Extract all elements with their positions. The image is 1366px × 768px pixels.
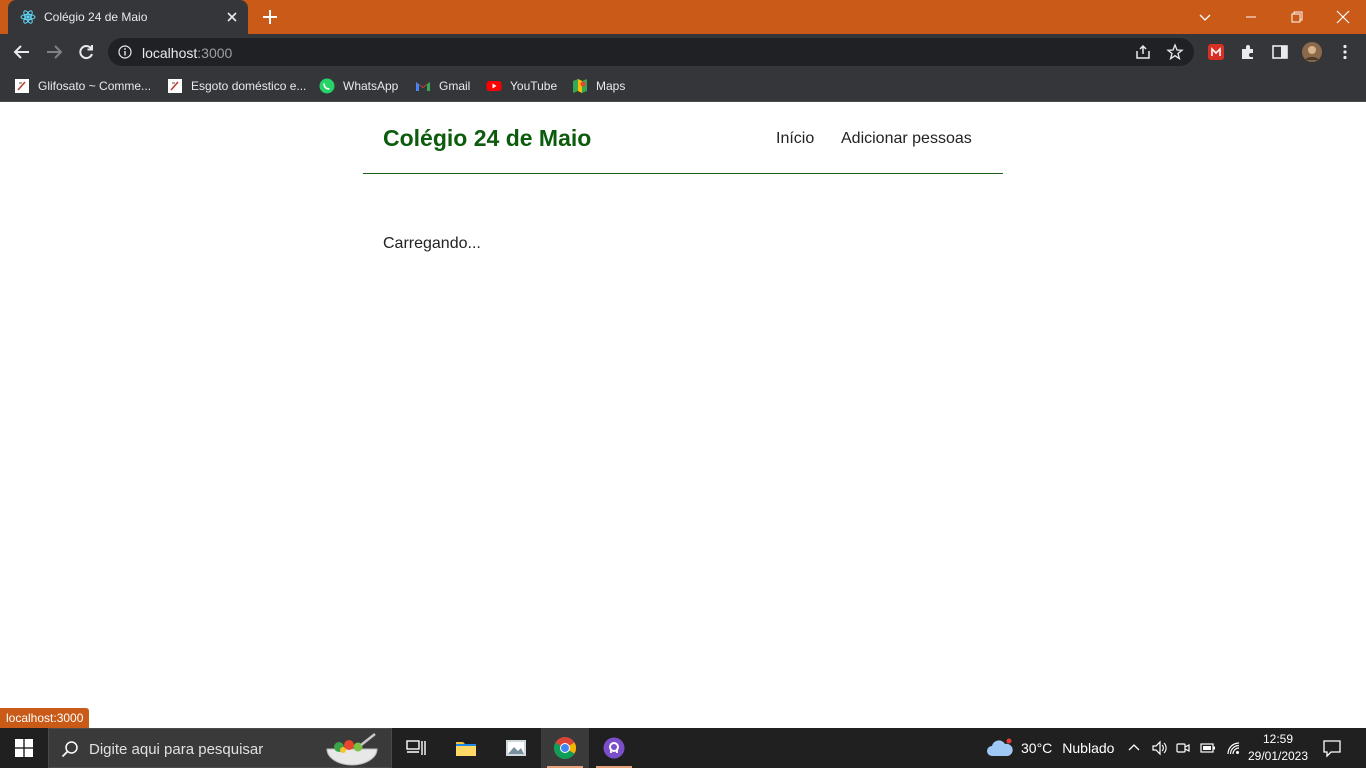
task-view-button[interactable] [392, 728, 440, 768]
menu-dots-icon[interactable] [1336, 43, 1354, 61]
bookmark-item[interactable]: Esgoto doméstico e... [167, 76, 306, 96]
site-brand[interactable]: Colégio 24 de Maio [383, 125, 591, 152]
windows-taskbar: Digite aqui para pesquisar 30°C Nublado … [0, 728, 1366, 768]
arrow-right-icon [47, 45, 63, 59]
bookmark-item[interactable]: WhatsApp [319, 76, 398, 96]
youtube-icon [486, 81, 502, 91]
clock-time: 12:59 [1262, 732, 1294, 746]
system-tray-icons [1127, 728, 1241, 768]
notification-icon [1323, 740, 1341, 758]
wifi-icon[interactable] [1225, 740, 1241, 756]
star-icon[interactable] [1166, 43, 1184, 61]
side-panel-icon[interactable] [1271, 43, 1289, 61]
bookmarks-bar: Glifosato ~ Comme... Esgoto doméstico e.… [0, 70, 1366, 102]
bookmark-item[interactable]: Glifosato ~ Comme... [14, 76, 151, 96]
minimize-icon [1246, 16, 1256, 18]
forward-button[interactable] [42, 40, 66, 64]
meet-now-icon[interactable] [1175, 740, 1191, 756]
reload-button[interactable] [74, 40, 98, 64]
info-icon[interactable] [118, 45, 132, 59]
taskbar-clock[interactable]: 12:59 29/01/2023 [1244, 731, 1312, 765]
maps-icon [573, 79, 587, 93]
salad-bowl-icon [326, 733, 378, 766]
chrome-taskbar-button[interactable] [541, 728, 589, 768]
react-icon [20, 10, 36, 24]
url-text: localhost:3000 [142, 45, 233, 61]
bookmark-item[interactable]: YouTube [486, 76, 557, 96]
web-page: Colégio 24 de Maio Início Adicionar pess… [0, 103, 1366, 728]
arrow-left-icon [13, 45, 29, 59]
minimize-button[interactable] [1228, 0, 1274, 34]
weather-condition: Nublado [1062, 740, 1115, 756]
address-bar[interactable]: localhost:3000 [108, 38, 1194, 66]
notifications-button[interactable] [1322, 728, 1342, 768]
document-icon [168, 79, 182, 93]
loading-text: Carregando... [383, 235, 481, 252]
tab-strip: Colégio 24 de Maio [0, 0, 1366, 34]
folder-icon [456, 742, 476, 756]
bookmark-item[interactable]: Gmail [415, 76, 470, 96]
image-viewer-icon [506, 740, 526, 756]
chevron-up-icon[interactable] [1127, 741, 1141, 755]
tab-title: Colégio 24 de Maio [44, 10, 148, 24]
photos-app-button[interactable] [492, 728, 540, 768]
clock-date: 29/01/2023 [1247, 749, 1309, 763]
github-desktop-button[interactable] [590, 728, 638, 768]
back-button[interactable] [10, 40, 34, 64]
chevron-down-icon [1199, 14, 1211, 21]
cloud-icon [987, 738, 1013, 756]
gmail-icon [416, 82, 430, 91]
close-window-button[interactable] [1320, 0, 1366, 34]
restore-icon [1291, 11, 1303, 23]
weather-temp: 30°C [1021, 740, 1053, 756]
windows-logo-icon [15, 739, 33, 757]
restore-button[interactable] [1274, 0, 1320, 34]
chrome-icon [554, 737, 576, 759]
link-status-bar: localhost:3000 [0, 708, 90, 728]
search-placeholder: Digite aqui para pesquisar [89, 741, 264, 758]
weather-widget[interactable]: 30°C Nublado [986, 728, 1114, 768]
taskbar-search[interactable]: Digite aqui para pesquisar [48, 728, 392, 768]
reload-icon [79, 45, 93, 60]
battery-icon[interactable] [1199, 740, 1217, 756]
document-icon [15, 79, 29, 93]
browser-toolbar: localhost:3000 [0, 34, 1366, 70]
new-tab-icon[interactable] [260, 7, 280, 27]
puzzle-icon[interactable] [1239, 43, 1257, 61]
site-navbar: Colégio 24 de Maio Início Adicionar pess… [363, 103, 1003, 174]
github-icon [603, 737, 625, 759]
close-icon [1336, 10, 1350, 24]
start-button[interactable] [0, 728, 48, 768]
share-icon[interactable] [1134, 43, 1152, 61]
nav-link-home[interactable]: Início [776, 130, 814, 148]
bookmark-item[interactable]: Maps [572, 76, 625, 96]
whatsapp-icon [319, 78, 335, 94]
profile-avatar-icon[interactable] [1301, 41, 1323, 63]
tab-search-button[interactable] [1182, 0, 1228, 34]
task-view-icon [406, 740, 426, 755]
browser-tab[interactable]: Colégio 24 de Maio [8, 0, 248, 34]
extension-red-icon[interactable] [1207, 43, 1225, 61]
tab-close-icon[interactable] [224, 9, 240, 25]
volume-icon[interactable] [1151, 740, 1167, 756]
search-icon [61, 741, 78, 758]
nav-link-add-people[interactable]: Adicionar pessoas [841, 130, 972, 148]
file-explorer-button[interactable] [442, 728, 490, 768]
